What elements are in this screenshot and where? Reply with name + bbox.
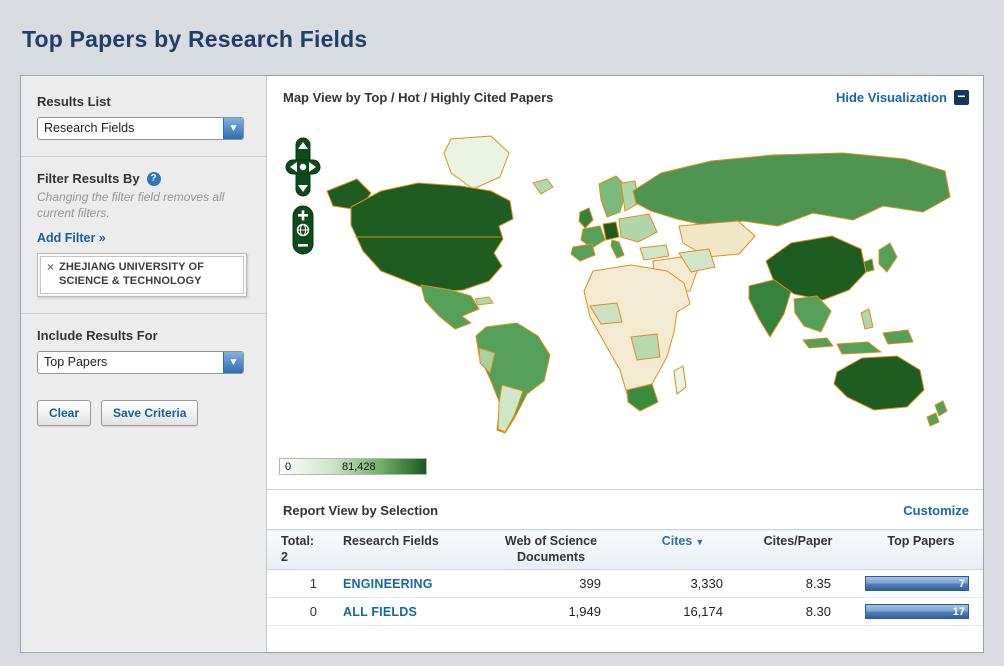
top-papers-value: 7: [959, 577, 965, 591]
report-view-title: Report View by Selection: [283, 503, 438, 518]
wos-documents-value: 1,949: [475, 598, 627, 626]
hide-visualization-link[interactable]: Hide Visualization −: [836, 90, 969, 105]
report-section-header: Report View by Selection Customize: [267, 489, 984, 529]
report-table: Total: 2 Research Fields Web of Science …: [267, 529, 984, 626]
research-field-link[interactable]: ALL FIELDS: [343, 605, 417, 619]
cites-value: 16,174: [627, 598, 739, 626]
map-visualization[interactable]: 0 81,428: [267, 117, 984, 489]
sort-desc-icon: ▼: [695, 537, 704, 547]
top-papers-bar: 7: [865, 576, 969, 591]
total-header: Total: 2: [267, 530, 335, 570]
map-legend: 0 81,428: [279, 458, 427, 475]
world-map[interactable]: [323, 133, 968, 448]
filter-chip-label: ZHEJIANG UNIVERSITY OF SCIENCE & TECHNOL…: [59, 260, 237, 289]
map-section-header: Map View by Top / Hot / Highly Cited Pap…: [267, 76, 984, 117]
zoom-control[interactable]: [292, 205, 314, 255]
cites-per-paper-value: 8.35: [739, 570, 857, 598]
sidebar: Results List Research Fields ▼ Filter Re…: [21, 76, 267, 652]
research-field-link[interactable]: ENGINEERING: [343, 577, 433, 591]
column-research-fields[interactable]: Research Fields: [335, 530, 475, 570]
include-results-label: Include Results For: [37, 328, 250, 343]
remove-icon[interactable]: ×: [47, 260, 54, 274]
page-title: Top Papers by Research Fields: [22, 26, 1004, 53]
row-rank: 0: [267, 598, 335, 626]
customize-link[interactable]: Customize: [903, 503, 969, 518]
pan-control[interactable]: [285, 137, 321, 197]
minus-icon: −: [954, 90, 969, 105]
total-value: 2: [281, 550, 327, 566]
filter-chip[interactable]: × ZHEJIANG UNIVERSITY OF SCIENCE & TECHN…: [40, 256, 244, 294]
column-cites[interactable]: Cites▼: [627, 530, 739, 570]
chevron-down-icon[interactable]: ▼: [223, 352, 243, 373]
filter-results-label: Filter Results By: [37, 171, 140, 186]
legend-max-value: 81,428: [342, 461, 376, 473]
results-list-value: Research Fields: [38, 118, 223, 139]
results-list-select[interactable]: Research Fields ▼: [37, 117, 244, 140]
column-cites-per-paper[interactable]: Cites/Paper: [739, 530, 857, 570]
chevron-down-icon[interactable]: ▼: [223, 118, 243, 139]
sidebar-divider: [21, 156, 266, 157]
column-wos-documents[interactable]: Web of Science Documents: [475, 530, 627, 570]
include-results-value: Top Papers: [38, 352, 223, 373]
top-papers-bar: 17: [865, 604, 969, 619]
map-view-title: Map View by Top / Hot / Highly Cited Pap…: [283, 90, 553, 105]
cites-value: 3,330: [627, 570, 739, 598]
help-icon[interactable]: ?: [147, 172, 161, 186]
add-filter-link[interactable]: Add Filter »: [37, 231, 106, 245]
table-row: 1 ENGINEERING 399 3,330 8.35 7: [267, 570, 984, 598]
sidebar-divider: [21, 313, 266, 314]
pan-center-icon: [300, 164, 306, 170]
row-rank: 1: [267, 570, 335, 598]
table-row: 0 ALL FIELDS 1,949 16,174 8.30 17: [267, 598, 984, 626]
save-criteria-button[interactable]: Save Criteria: [101, 400, 198, 426]
filter-note: Changing the filter field removes all cu…: [37, 190, 250, 221]
content-container: Results List Research Fields ▼ Filter Re…: [20, 75, 984, 653]
zoom-out-icon: [298, 244, 308, 247]
filter-chip-container: × ZHEJIANG UNIVERSITY OF SCIENCE & TECHN…: [37, 253, 247, 297]
wos-documents-value: 399: [475, 570, 627, 598]
results-list-label: Results List: [37, 94, 250, 109]
table-header-row: Total: 2 Research Fields Web of Science …: [267, 530, 984, 570]
include-results-select[interactable]: Top Papers ▼: [37, 351, 244, 374]
hide-visualization-label: Hide Visualization: [836, 90, 947, 105]
main-panel: Map View by Top / Hot / Highly Cited Pap…: [267, 76, 984, 652]
cites-per-paper-value: 8.30: [739, 598, 857, 626]
legend-min-value: 0: [285, 461, 291, 473]
total-label: Total:: [281, 534, 327, 550]
top-papers-value: 17: [953, 605, 965, 619]
column-top-papers[interactable]: Top Papers: [857, 530, 984, 570]
clear-button[interactable]: Clear: [37, 400, 91, 426]
